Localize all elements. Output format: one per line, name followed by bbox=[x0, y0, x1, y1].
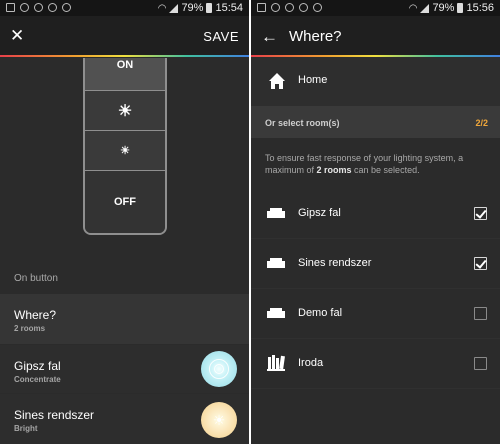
gallery-icon bbox=[257, 3, 266, 12]
alarm-icon bbox=[48, 3, 57, 12]
home-label[interactable]: Home bbox=[298, 74, 327, 86]
alarm-icon bbox=[271, 3, 280, 12]
alarm-icon bbox=[313, 3, 322, 12]
room-checkbox[interactable] bbox=[474, 207, 487, 220]
room-row-sines-rendszer[interactable]: Sines rendszer bbox=[251, 239, 500, 289]
right-screen: ◠ 79% 15:56 ← Where? Home Or select room… bbox=[251, 0, 500, 444]
room-label: Gipsz fal bbox=[298, 207, 341, 219]
clock: 15:54 bbox=[215, 2, 243, 14]
where-subtitle: 2 rooms bbox=[14, 324, 46, 333]
room-row-demo-fal[interactable]: Demo fal bbox=[251, 289, 500, 339]
room-label: Sines rendszer bbox=[298, 257, 372, 269]
room-checkbox[interactable] bbox=[474, 357, 487, 370]
where-title: Where? bbox=[14, 308, 57, 322]
room-row-gipsz-fal[interactable]: Gipsz fal bbox=[251, 189, 500, 239]
sun-small-icon: ☀ bbox=[120, 145, 130, 157]
room-checkbox[interactable] bbox=[474, 307, 487, 320]
sofa-icon bbox=[267, 258, 285, 268]
status-bar: ◠ 79% 15:54 bbox=[0, 0, 249, 16]
alarm-icon bbox=[62, 3, 71, 12]
left-screen: ◠ 79% 15:54 ✕ SAVE ON ☀ ☀ OFF On button … bbox=[0, 0, 249, 444]
clock: 15:56 bbox=[466, 2, 494, 14]
accent-line bbox=[0, 55, 249, 57]
battery-icon bbox=[457, 3, 464, 13]
dim-button[interactable]: ☀ bbox=[85, 131, 165, 171]
home-icon bbox=[269, 73, 285, 89]
battery-icon bbox=[206, 3, 213, 13]
sun-large-icon: ☀ bbox=[117, 102, 133, 120]
bright-scene-icon[interactable]: ☀ bbox=[201, 402, 237, 438]
signal-icon bbox=[169, 3, 179, 13]
brighten-button[interactable]: ☀ bbox=[85, 91, 165, 131]
on-button[interactable]: ON bbox=[85, 58, 165, 91]
battery-percent: 79% bbox=[432, 2, 455, 14]
arrow-left-icon[interactable]: ← bbox=[261, 27, 278, 47]
section-label: On button bbox=[14, 273, 58, 284]
info-text: To ensure fast response of your lighting… bbox=[265, 153, 464, 175]
save-button[interactable]: SAVE bbox=[203, 29, 239, 44]
sofa-icon bbox=[267, 208, 285, 218]
wifi-icon: ◠ bbox=[157, 2, 167, 14]
battery-percent: 79% bbox=[181, 2, 204, 14]
page-title: Where? bbox=[289, 28, 342, 45]
close-icon[interactable]: ✕ bbox=[10, 26, 24, 46]
selected-count: 2/2 bbox=[475, 118, 488, 128]
alarm-icon bbox=[20, 3, 29, 12]
scene-row-subtitle: Bright bbox=[14, 424, 38, 433]
room-checkbox[interactable] bbox=[474, 257, 487, 270]
sofa-icon bbox=[267, 308, 285, 318]
bookshelf-icon bbox=[267, 355, 285, 371]
concentrate-scene-icon[interactable] bbox=[201, 351, 237, 387]
where-row[interactable]: Where? 2 rooms bbox=[0, 294, 249, 344]
alarm-icon bbox=[34, 3, 43, 12]
select-rooms-label: Or select room(s) bbox=[265, 118, 340, 128]
dimmer-switch: ON ☀ ☀ OFF bbox=[83, 58, 167, 235]
room-row-iroda[interactable]: Iroda bbox=[251, 339, 500, 389]
off-button[interactable]: OFF bbox=[85, 171, 165, 233]
alarm-icon bbox=[299, 3, 308, 12]
scene-row-title: Gipsz fal bbox=[14, 359, 61, 373]
scene-row[interactable]: Sines rendszer Bright ☀ bbox=[0, 394, 249, 444]
wifi-icon: ◠ bbox=[408, 2, 418, 14]
gallery-icon bbox=[6, 3, 15, 12]
scene-row-title: Sines rendszer bbox=[14, 408, 95, 422]
home-row[interactable] bbox=[251, 57, 500, 106]
signal-icon bbox=[420, 3, 430, 13]
scene-row[interactable]: Gipsz fal Concentrate bbox=[0, 345, 249, 393]
scene-row-subtitle: Concentrate bbox=[14, 375, 61, 384]
status-bar: ◠ 79% 15:56 bbox=[251, 0, 500, 16]
room-label: Iroda bbox=[298, 357, 324, 369]
room-label: Demo fal bbox=[298, 307, 343, 319]
alarm-icon bbox=[285, 3, 294, 12]
